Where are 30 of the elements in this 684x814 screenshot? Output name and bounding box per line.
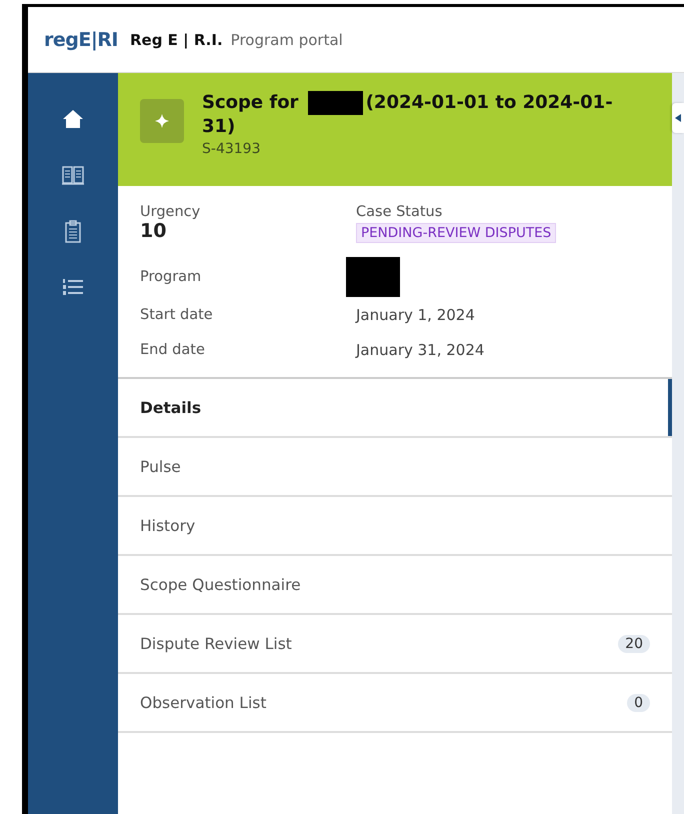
book-icon [61, 164, 85, 186]
caret-icon [675, 114, 681, 122]
sparkle-icon [154, 113, 170, 129]
home-icon [62, 109, 84, 129]
redaction-bar [346, 257, 400, 297]
collapse-button[interactable] [672, 103, 684, 133]
field-label: Start date [140, 306, 214, 322]
section-tab[interactable]: Dispute Review List 20 [118, 615, 672, 674]
section-tab[interactable]: History [118, 497, 672, 556]
count-badge: 20 [618, 634, 650, 652]
app-name: Reg E | R.I. [130, 30, 223, 48]
field-label: Case Status [356, 204, 444, 220]
field-label: End date [140, 342, 206, 358]
portal-title: Program portal [230, 30, 343, 48]
numbered-list-icon [62, 277, 84, 297]
field-value: January 1, 2024 [356, 306, 476, 324]
section-tab[interactable]: Observation List 0 [118, 674, 672, 733]
section-tab[interactable]: Scope Questionnaire [118, 556, 672, 615]
case-title: Scope for (2024-01-01 to 2024-01-31) [202, 91, 614, 140]
case-id: S-43193 [202, 141, 262, 158]
field-label: Urgency [140, 204, 202, 220]
clipboard-icon [64, 219, 82, 243]
count-badge: 0 [627, 694, 650, 712]
field-label: Program [140, 269, 202, 285]
urgency-value: 10 [140, 220, 168, 242]
app-logo: regE|RI [44, 28, 118, 50]
status-tag: PENDING-REVIEW DISPUTES [356, 223, 556, 243]
field-value: January 31, 2024 [356, 340, 486, 358]
section-tab[interactable]: Details [118, 379, 672, 438]
section-tab[interactable]: Pulse [118, 438, 672, 497]
